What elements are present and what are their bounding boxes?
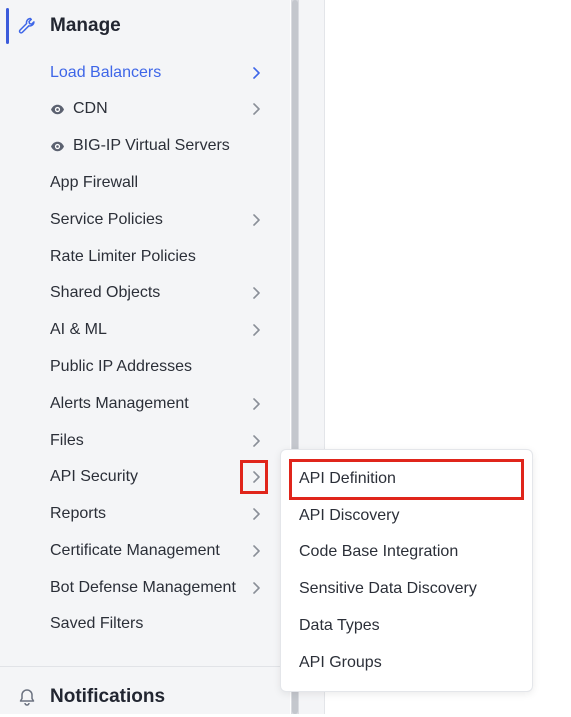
sidebar-item-label: Rate Limiter Policies (50, 248, 196, 265)
api-definition-highlight (289, 459, 524, 500)
sidebar-item-label: Reports (50, 505, 107, 522)
sidebar-item-label: Saved Filters (50, 615, 144, 632)
submenu-item-label: API Groups (299, 654, 382, 671)
sidebar-item-shared-objects[interactable]: Shared Objects (0, 276, 270, 310)
chevron-right-icon[interactable] (250, 581, 262, 595)
chevron-right-icon[interactable] (250, 397, 262, 411)
submenu-item-label: API Discovery (299, 507, 400, 524)
sidebar-item-cdn[interactable]: CDN (0, 92, 270, 126)
sidebar-item-public-ip-addresses[interactable]: Public IP Addresses (0, 350, 270, 384)
sidebar-item-certificate-management[interactable]: Certificate Management (0, 534, 270, 568)
bell-icon (19, 689, 35, 706)
sidebar-item-load-balancers[interactable]: Load Balancers (0, 56, 270, 90)
sidebar-item-bot-defense-management[interactable]: Bot Defense Management (0, 571, 270, 605)
submenu-item-label: Sensitive Data Discovery (299, 580, 477, 597)
chevron-right-icon[interactable] (250, 213, 262, 227)
sidebar-item-label: App Firewall (50, 174, 139, 191)
submenu-item-data-types[interactable]: Data Types (281, 609, 534, 643)
sidebar-item-label: Shared Objects (50, 284, 161, 301)
sidebar-item-app-firewall[interactable]: App Firewall (0, 166, 270, 200)
sidebar-item-label: Certificate Management (50, 542, 220, 559)
sidebar-item-label: Public IP Addresses (50, 358, 193, 375)
sidebar-item-rate-limiter-policies[interactable]: Rate Limiter Policies (0, 240, 270, 274)
chevron-right-icon[interactable] (250, 507, 262, 521)
sidebar-item-label: BIG-IP Virtual Servers (73, 137, 230, 154)
submenu-item-label: Data Types (299, 617, 380, 634)
submenu-item-sensitive-data-discovery[interactable]: Sensitive Data Discovery (281, 572, 534, 606)
sidebar-item-saved-filters[interactable]: Saved Filters (0, 607, 270, 641)
sidebar-item-reports[interactable]: Reports (0, 497, 270, 531)
manage-label: Manage (50, 15, 121, 36)
sidebar-item-label: Service Policies (50, 211, 163, 228)
sidebar: Manage Load Balancers CDN BIG-IP Virtual S… (0, 0, 290, 714)
sidebar-item-api-security[interactable]: API Security (0, 460, 270, 494)
sidebar-item-ai-ml[interactable]: AI & ML (0, 313, 270, 347)
eye-icon (51, 141, 64, 152)
sidebar-item-label: Alerts Management (50, 395, 189, 412)
sidebar-item-files[interactable]: Files (0, 424, 270, 458)
submenu-item-code-base-integration[interactable]: Code Base Integration (281, 535, 534, 569)
submenu-item-label: Code Base Integration (299, 543, 459, 560)
sidebar-item-label: API Security (50, 468, 139, 485)
submenu-item-api-groups[interactable]: API Groups (281, 646, 534, 680)
chevron-right-icon[interactable] (250, 102, 262, 116)
chevron-right-icon[interactable] (250, 66, 262, 80)
chevron-right-icon[interactable] (250, 323, 262, 337)
submenu-item-api-discovery[interactable]: API Discovery (281, 499, 534, 533)
sidebar-item-label: Bot Defense Management (50, 579, 236, 596)
sidebar-item-label: Load Balancers (50, 64, 162, 81)
chevron-right-icon[interactable] (250, 434, 262, 448)
chevron-right-icon[interactable] (250, 544, 262, 558)
active-section-indicator (6, 8, 9, 44)
sidebar-item-label: AI & ML (50, 321, 107, 338)
sidebar-item-label: Files (50, 432, 84, 449)
sidebar-item-label: CDN (73, 100, 108, 117)
wrench-icon (18, 17, 35, 34)
chevron-right-icon[interactable] (250, 286, 262, 300)
sidebar-item-alerts-management[interactable]: Alerts Management (0, 387, 270, 421)
sidebar-item-service-policies[interactable]: Service Policies (0, 203, 270, 237)
api-security-chevron-highlight (240, 460, 268, 494)
divider (0, 666, 290, 667)
notifications-label: Notifications (50, 686, 166, 707)
eye-icon (51, 104, 64, 115)
sidebar-item-big-ip-virtual-servers[interactable]: BIG-IP Virtual Servers (0, 129, 270, 163)
